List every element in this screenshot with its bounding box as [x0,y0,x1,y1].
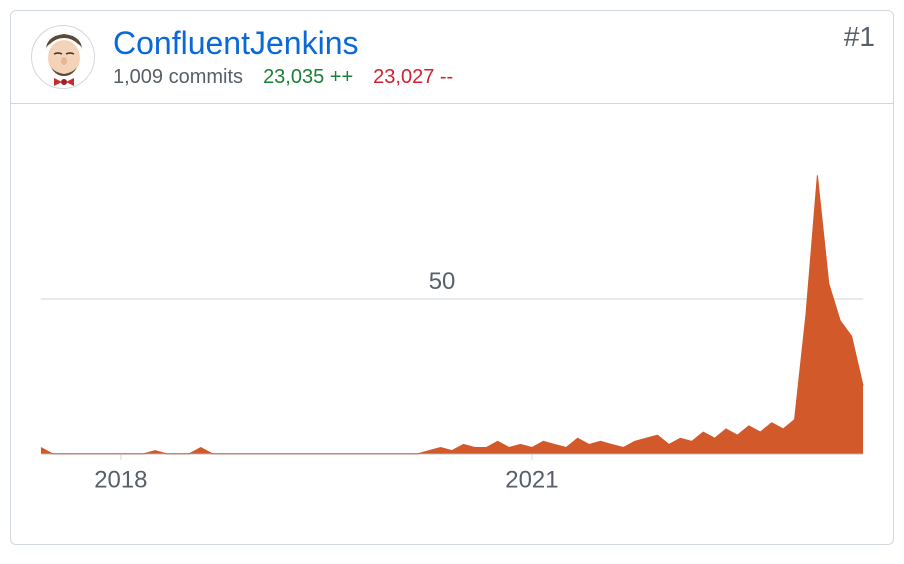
deletions-count[interactable]: 23,027 -- [373,66,453,89]
commit-count[interactable]: 1,009 commits [113,66,243,89]
stats-row: 1,009 commits 23,035 ++ 23,027 -- [113,66,873,89]
avatar[interactable] [31,25,95,89]
rank-badge: #1 [844,21,875,53]
svg-text:2018: 2018 [94,467,147,494]
contributor-card: ConfluentJenkins 1,009 commits 23,035 ++… [10,10,894,545]
jenkins-avatar-icon [32,26,95,89]
chart-area: 50 2018 2021 [11,104,893,544]
commits-chart: 50 2018 2021 [21,134,883,514]
additions-count[interactable]: 23,035 ++ [263,66,353,89]
svg-text:50: 50 [429,268,456,295]
svg-text:2021: 2021 [505,467,558,494]
username-link[interactable]: ConfluentJenkins [113,25,873,62]
card-header: ConfluentJenkins 1,009 commits 23,035 ++… [11,11,893,104]
user-info: ConfluentJenkins 1,009 commits 23,035 ++… [113,25,873,89]
